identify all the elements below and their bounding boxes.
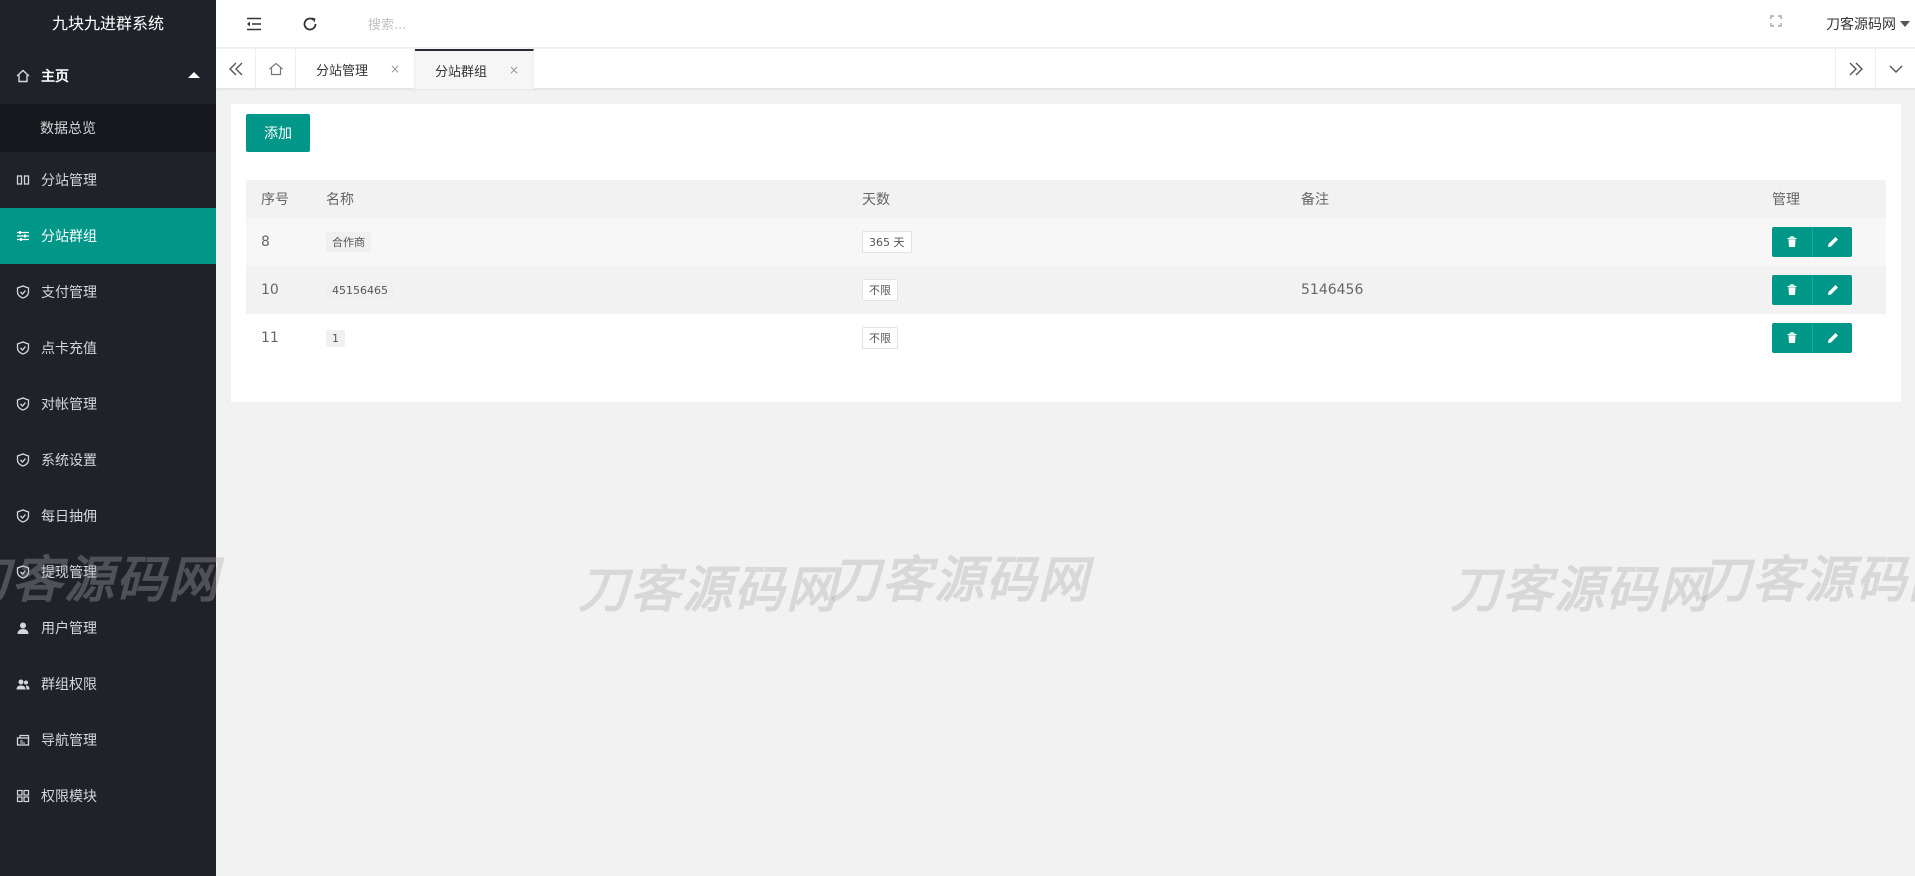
app-title: 九块九进群系统	[51, 14, 164, 33]
edit-button[interactable]	[1812, 227, 1852, 257]
table-row: 11 1 不限	[246, 314, 1886, 362]
row-id: 11	[261, 330, 279, 346]
sidebar-item-label: 每日抽佣	[41, 509, 97, 525]
sidebar-item-label: 用户管理	[41, 621, 97, 637]
column-header: 备注	[1301, 192, 1329, 208]
sidebar-item-label: 数据总览	[40, 121, 96, 137]
sidebar-item-label: 点卡充值	[41, 341, 97, 357]
row-name: 45156465	[326, 281, 394, 299]
table-row: 10 45156465 不限 5146456	[246, 266, 1886, 314]
sidebar-item-label: 系统设置	[41, 453, 97, 469]
sidebar-item-label: 分站管理	[41, 173, 97, 189]
tab-home-icon[interactable]	[256, 49, 296, 89]
tabs-scroll-left-icon[interactable]	[216, 49, 256, 89]
menu-fold-icon[interactable]	[244, 14, 264, 34]
watermark: 刀客源码网	[0, 551, 220, 609]
sidebar-item-system-settings[interactable]: 系统设置	[0, 432, 216, 488]
edit-button[interactable]	[1812, 323, 1852, 353]
sidebar-item-label: 分站群组	[41, 229, 97, 245]
row-days: 不限	[862, 327, 898, 349]
user-menu[interactable]: 刀客源码网	[1826, 14, 1910, 34]
columns-icon	[16, 173, 30, 187]
row-days: 不限	[862, 279, 898, 301]
column-header: 天数	[862, 192, 890, 208]
sidebar-item-label: 权限模块	[41, 789, 97, 805]
sidebar-item-daily-commission[interactable]: 每日抽佣	[0, 488, 216, 544]
fullscreen-icon[interactable]	[1770, 15, 1782, 31]
table-row: 8 合作商 365 天	[246, 218, 1886, 266]
sidebar-item-navigation[interactable]: 导航管理	[0, 712, 216, 768]
delete-button[interactable]	[1772, 227, 1812, 257]
sidebar: 九块九进群系统 主页 数据总览 分站管理 分站群组 支付管理 点卡充值 对帐管理…	[0, 0, 216, 876]
shield-icon	[16, 397, 30, 411]
shield-icon	[16, 341, 30, 355]
watermark: 刀客源码网	[578, 561, 838, 619]
sidebar-item-substation[interactable]: 分站管理	[0, 152, 216, 208]
shield-icon	[16, 509, 30, 523]
user-icon	[16, 621, 30, 635]
search-input[interactable]: 搜索...	[368, 14, 406, 33]
caret-down-icon	[1900, 21, 1910, 27]
watermark: 刀客源码网	[1450, 561, 1710, 619]
watermark: 刀客源码网	[830, 551, 1090, 609]
sidebar-item-home[interactable]: 主页	[0, 48, 216, 104]
content-card: 添加 序号 名称 天数 备注 管理 8 合作商 365 天 10 4515646…	[231, 104, 1901, 402]
users-icon	[16, 677, 30, 691]
shield-icon	[16, 285, 30, 299]
sidebar-subitem-data-overview[interactable]: 数据总览	[0, 104, 216, 152]
sidebar-item-card-recharge[interactable]: 点卡充值	[0, 320, 216, 376]
top-header: 搜索... 刀客源码网	[216, 0, 1915, 48]
tab-substation-group[interactable]: 分站群组 ×	[415, 49, 535, 89]
column-header: 名称	[326, 192, 354, 208]
tabs-menu-chevron-down-icon[interactable]	[1875, 49, 1915, 89]
shield-icon	[16, 453, 30, 467]
sidebar-item-permission-modules[interactable]: 权限模块	[0, 768, 216, 824]
row-name: 1	[326, 329, 345, 347]
tab-substation-manage[interactable]: 分站管理 ×	[296, 49, 416, 89]
row-id: 10	[261, 282, 279, 298]
sidebar-item-reconciliation[interactable]: 对帐管理	[0, 376, 216, 432]
pencil-icon	[1827, 237, 1838, 247]
row-name: 合作商	[326, 232, 371, 252]
tab-label: 分站群组	[435, 64, 488, 80]
edit-button[interactable]	[1812, 275, 1852, 305]
column-header: 序号	[261, 192, 289, 208]
pencil-icon	[1827, 333, 1838, 343]
row-days: 365 天	[862, 231, 912, 253]
tab-label: 分站管理	[316, 63, 369, 79]
user-name: 刀客源码网	[1826, 17, 1896, 33]
sliders-icon	[16, 229, 30, 243]
sidebar-item-label: 对帐管理	[41, 397, 97, 413]
trash-icon	[1787, 284, 1797, 295]
group-table: 序号 名称 天数 备注 管理 8 合作商 365 天 10 45156465 不…	[246, 180, 1886, 362]
refresh-icon[interactable]	[300, 14, 320, 34]
table-header: 序号 名称 天数 备注 管理	[246, 180, 1886, 218]
sidebar-item-label: 导航管理	[41, 733, 97, 749]
row-note: 5146456	[1301, 282, 1364, 298]
tab-bar: 分站管理 × 分站群组 ×	[216, 49, 1915, 89]
column-header: 管理	[1772, 192, 1800, 208]
close-icon[interactable]: ×	[390, 62, 400, 76]
sidebar-item-label: 支付管理	[41, 285, 97, 301]
sidebar-item-label: 群组权限	[41, 677, 97, 693]
close-icon[interactable]: ×	[509, 63, 519, 77]
watermark: 刀客源码网	[1700, 551, 1915, 609]
grid-icon	[16, 789, 30, 803]
sidebar-item-label: 主页	[41, 69, 69, 85]
sidebar-item-payment[interactable]: 支付管理	[0, 264, 216, 320]
trash-icon	[1787, 236, 1797, 247]
row-id: 8	[261, 234, 270, 250]
delete-button[interactable]	[1772, 323, 1812, 353]
tabs-scroll-right-icon[interactable]	[1835, 49, 1875, 89]
home-icon	[16, 69, 30, 83]
delete-button[interactable]	[1772, 275, 1812, 305]
trash-icon	[1787, 332, 1797, 343]
nav-icon	[16, 733, 30, 747]
sidebar-item-substation-group[interactable]: 分站群组	[0, 208, 216, 264]
sidebar-item-group-permissions[interactable]: 群组权限	[0, 656, 216, 712]
caret-up-icon	[188, 72, 200, 78]
add-button[interactable]: 添加	[246, 114, 310, 152]
pencil-icon	[1827, 285, 1838, 295]
